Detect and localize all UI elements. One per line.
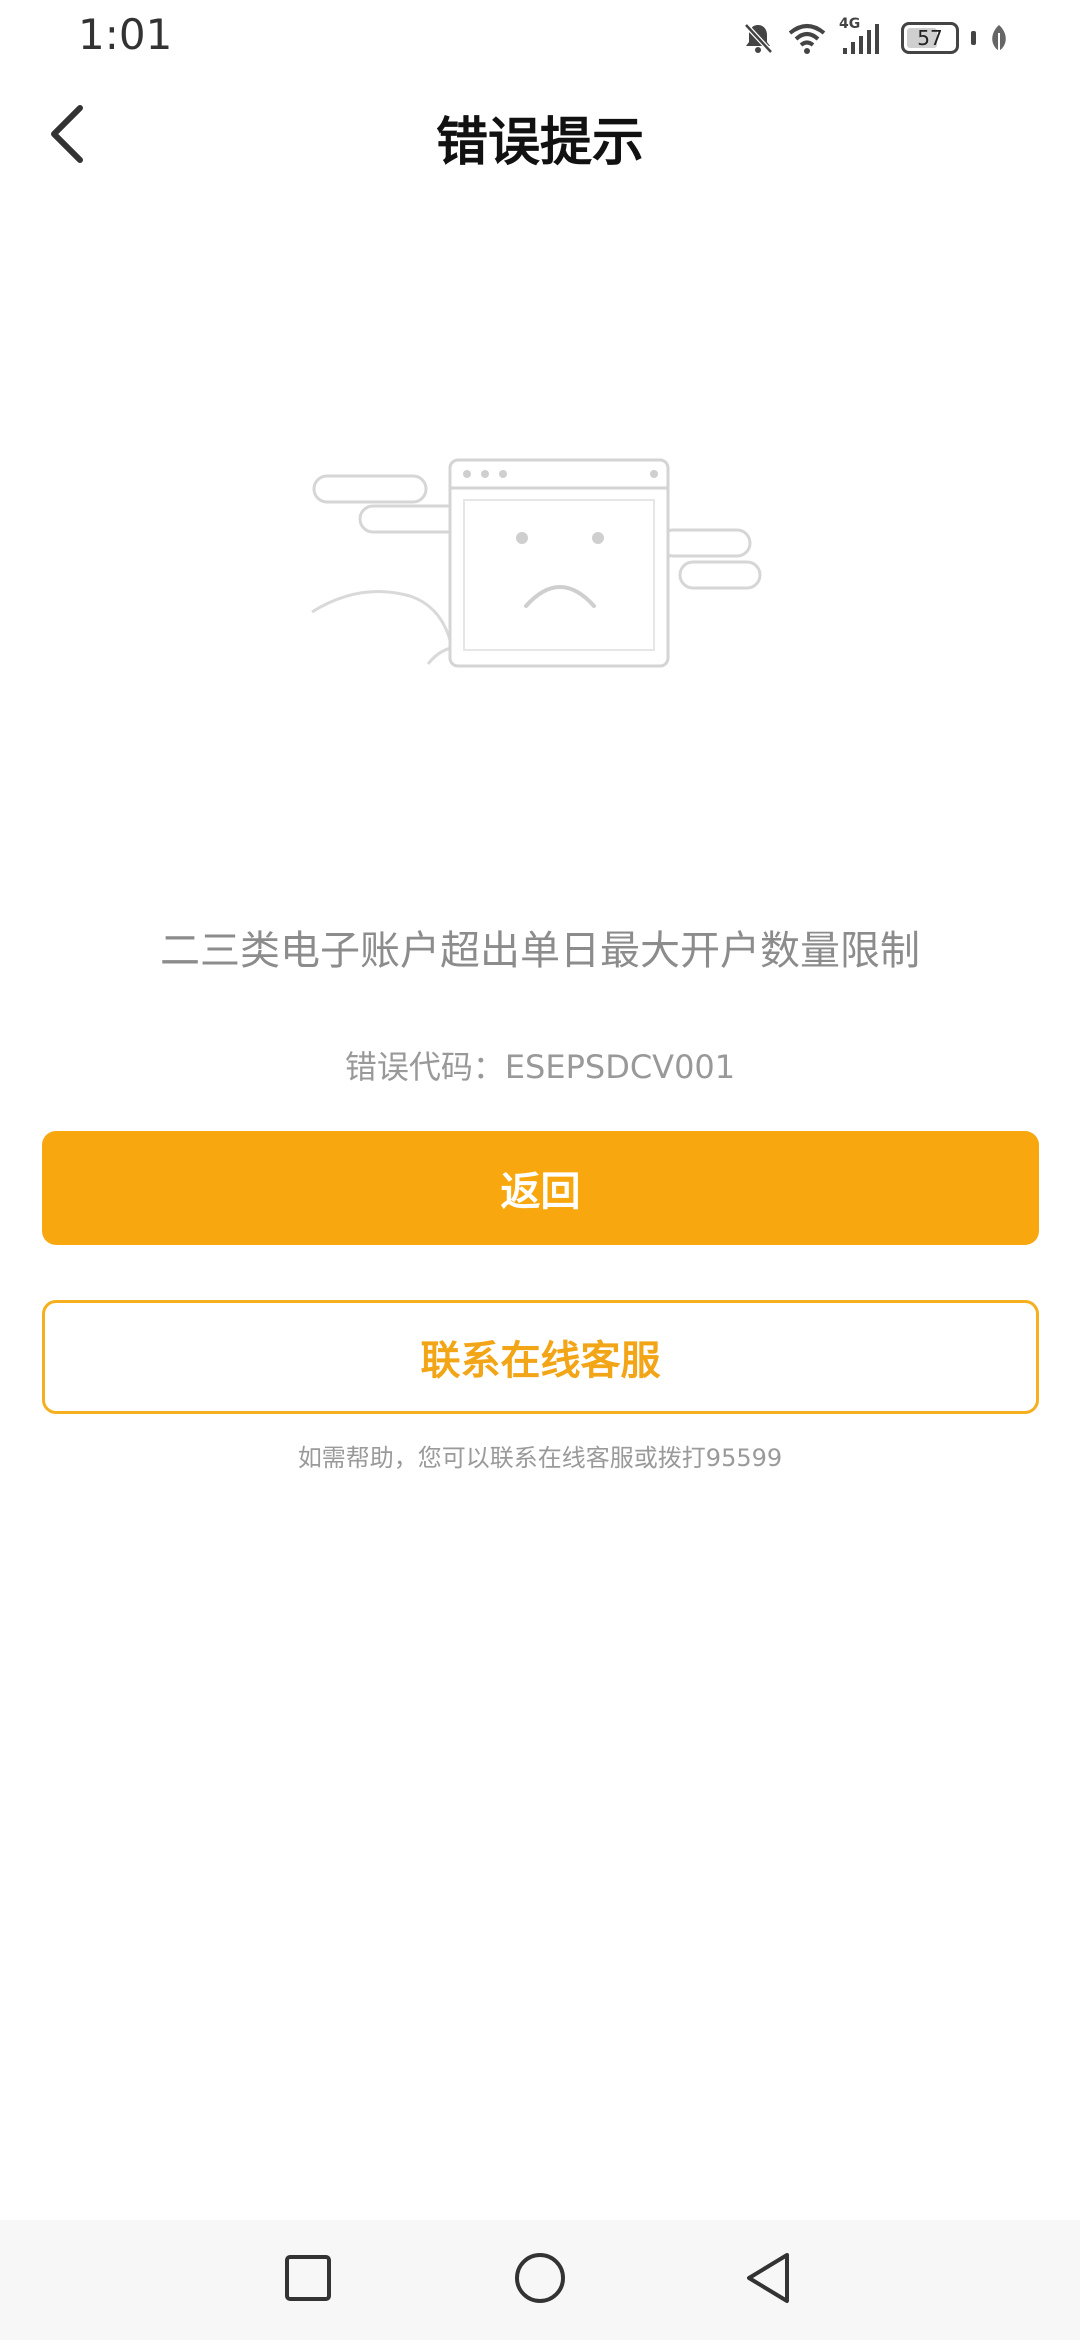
error-code: 错误代码：ESEPSDCV001: [344, 1048, 736, 1086]
help-text: 如需帮助，您可以联系在线客服或拨打95599: [297, 1444, 783, 1472]
page-title: 错误提示: [435, 113, 644, 173]
battery-level: 57: [917, 26, 943, 50]
home-button[interactable]: [500, 2240, 580, 2320]
sad-browser-window-illustration: [300, 440, 770, 680]
leaf-icon: [988, 23, 1010, 53]
battery-icon: 57: [901, 22, 959, 54]
mute-bell-icon: [741, 21, 775, 55]
wifi-icon: [787, 21, 827, 55]
header: 错误提示: [0, 90, 1080, 182]
status-time: 1:01: [78, 10, 173, 59]
recent-apps-icon: [283, 2253, 333, 2307]
contact-online-service-button[interactable]: 联系在线客服: [42, 1300, 1039, 1414]
status-icons: 4G 57: [741, 16, 1010, 60]
return-button[interactable]: 返回: [42, 1131, 1039, 1245]
back-icon: [741, 2251, 795, 2309]
nav-back-button[interactable]: [728, 2240, 808, 2320]
recent-apps-button[interactable]: [268, 2240, 348, 2320]
error-message: 二三类电子账户超出单日最大开户数量限制: [160, 928, 920, 974]
battery-cap: [971, 31, 976, 45]
cellular-signal-icon: 4G: [839, 16, 889, 58]
status-bar: 1:01 4G 57: [0, 0, 1080, 76]
home-icon: [513, 2251, 567, 2309]
system-nav-bar: [0, 2220, 1080, 2340]
